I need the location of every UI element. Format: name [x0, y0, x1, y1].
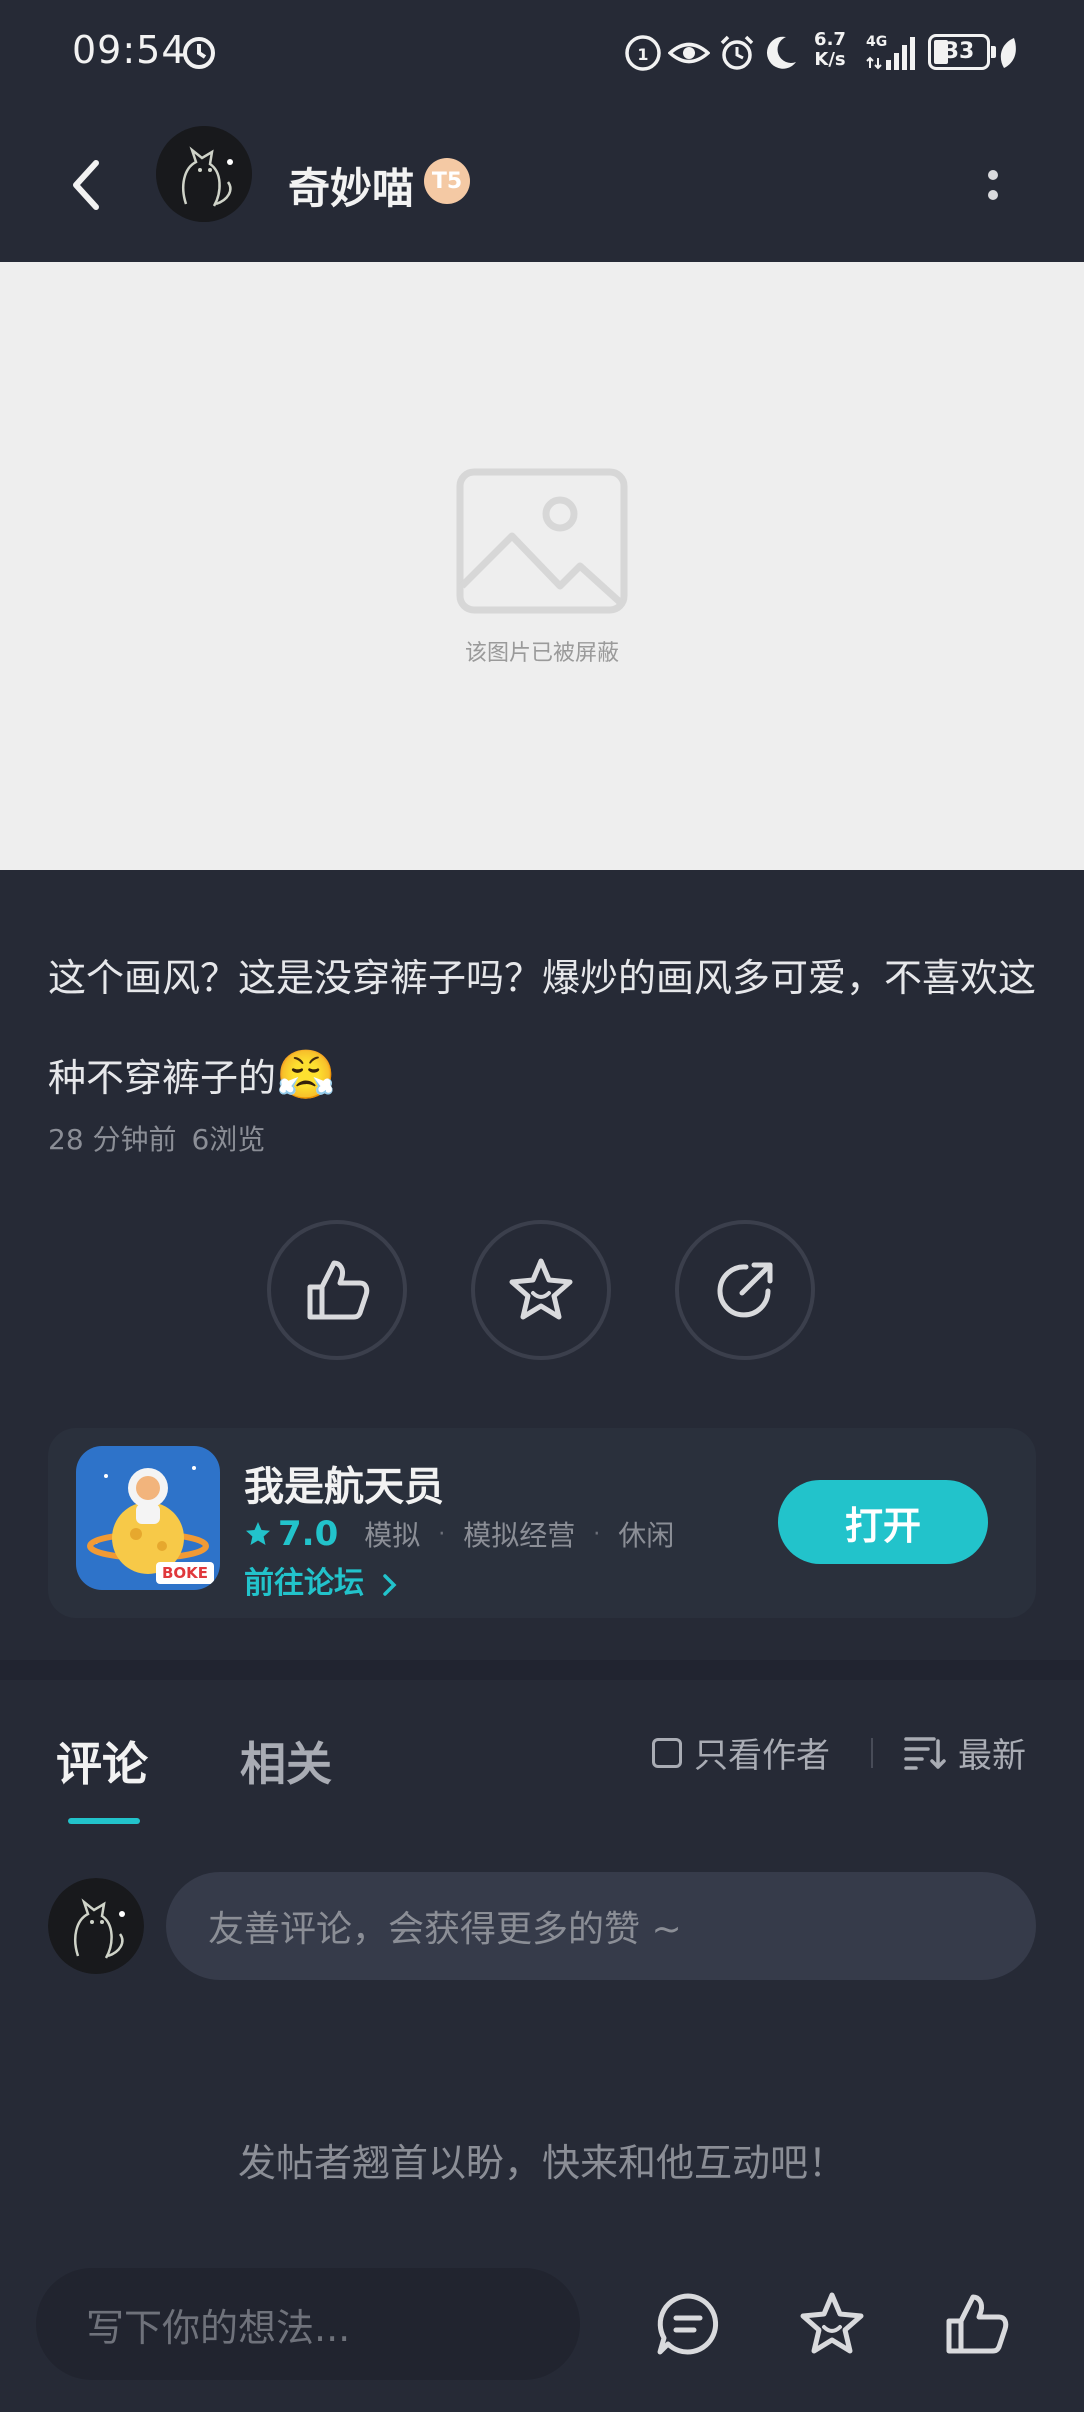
- comment-input-placeholder: 友善评论，会获得更多的赞 ~: [208, 1909, 682, 1950]
- hd-call-icon: 1: [624, 34, 662, 72]
- sort-icon: [904, 1736, 946, 1770]
- eye-comfort-icon: [667, 34, 711, 72]
- game-tag: 模拟经营: [463, 1519, 576, 1552]
- bottom-action-bar: 写下你的想法...: [0, 2260, 1084, 2412]
- star-icon: [509, 1258, 573, 1320]
- signal-icon: 4G: [866, 34, 920, 76]
- open-game-button[interactable]: 打开: [778, 1480, 988, 1564]
- network-speed: 6.7 K/s: [814, 29, 846, 70]
- post-views: 6浏览: [191, 1123, 266, 1156]
- battery-icon: 33: [928, 34, 996, 70]
- game-tag: 休闲: [618, 1519, 675, 1552]
- sort-divider: [871, 1738, 873, 1768]
- thumbs-up-icon[interactable]: [936, 2284, 1016, 2364]
- share-button[interactable]: [675, 1220, 815, 1360]
- moon-icon: [764, 34, 798, 72]
- status-bar: 09:54 1 6.7 K/s 4G 33: [0, 0, 1084, 110]
- post-time: 28 分钟前: [48, 1123, 177, 1156]
- game-rating-row: 7.0 模拟 · 模拟经营 · 休闲: [244, 1514, 674, 1554]
- author-only-checkbox[interactable]: [652, 1737, 682, 1768]
- author-avatar[interactable]: [156, 126, 252, 222]
- post-meta: 28 分钟前 6浏览: [48, 1118, 265, 1158]
- author-only-toggle[interactable]: 只看作者: [652, 1728, 830, 1777]
- star-icon: [246, 1522, 270, 1545]
- game-card[interactable]: BOKE 我是航天员 7.0 模拟 · 模拟经营 · 休闲 前往论坛 打开: [48, 1428, 1036, 1618]
- comment-icon[interactable]: [648, 2284, 728, 2364]
- favorite-button[interactable]: [471, 1220, 611, 1360]
- share-icon: [717, 1262, 773, 1318]
- sort-button[interactable]: 最新: [904, 1728, 1026, 1777]
- section-divider: [0, 1660, 1084, 1680]
- sort-label: 最新: [958, 1736, 1026, 1776]
- game-tag: 模拟: [364, 1519, 421, 1552]
- svg-text:1: 1: [637, 45, 648, 64]
- star-icon[interactable]: [792, 2284, 872, 2364]
- empty-comments-text: 发帖者翘首以盼，快来和他互动吧！: [237, 2141, 846, 2185]
- comment-input[interactable]: 友善评论，会获得更多的赞 ~: [166, 1872, 1036, 1980]
- image-placeholder-icon: [456, 468, 628, 618]
- status-time: 09:54: [72, 28, 187, 72]
- timer-icon: [182, 36, 216, 74]
- forum-link[interactable]: 前往论坛: [244, 1558, 400, 1602]
- author-only-label: 只看作者: [694, 1736, 830, 1776]
- blocked-image[interactable]: 该图片已被屏蔽: [0, 262, 1084, 870]
- game-icon[interactable]: BOKE: [76, 1446, 220, 1590]
- emoji-icon: 😤: [276, 1047, 336, 1103]
- chevron-right-icon: [383, 1573, 397, 1596]
- game-rating: 7.0: [278, 1514, 339, 1554]
- game-icon-badge: BOKE: [161, 1564, 209, 1582]
- more-vertical-icon[interactable]: [978, 150, 1008, 220]
- post-header: 奇妙喵 T5: [0, 110, 1084, 260]
- game-name[interactable]: 我是航天员: [244, 1454, 444, 1512]
- post-text: 这个画风？这是没穿裤子吗？爆炒的画风多可爱，不喜欢这种不穿裤子的: [48, 956, 1037, 1100]
- like-button[interactable]: [267, 1220, 407, 1360]
- thought-input[interactable]: 写下你的想法...: [36, 2268, 580, 2380]
- thumbs-up-icon: [307, 1260, 370, 1320]
- blocked-image-text: 该图片已被屏蔽: [464, 641, 619, 666]
- tab-indicator: [68, 1818, 140, 1824]
- level-badge: T5: [424, 158, 470, 204]
- tab-related[interactable]: 相关: [240, 1728, 332, 1794]
- alarm-icon: [718, 34, 756, 72]
- author-name[interactable]: 奇妙喵: [288, 155, 414, 216]
- leaf-icon: [996, 34, 1020, 72]
- back-arrow-icon[interactable]: [56, 150, 116, 220]
- tab-comments[interactable]: 评论: [56, 1728, 148, 1794]
- post-content: 这个画风？这是没穿裤子吗？爆炒的画风多可爱，不喜欢这种不穿裤子的😤: [48, 930, 1048, 1127]
- thought-input-placeholder: 写下你的想法...: [86, 2305, 351, 2350]
- user-avatar: [48, 1878, 144, 1974]
